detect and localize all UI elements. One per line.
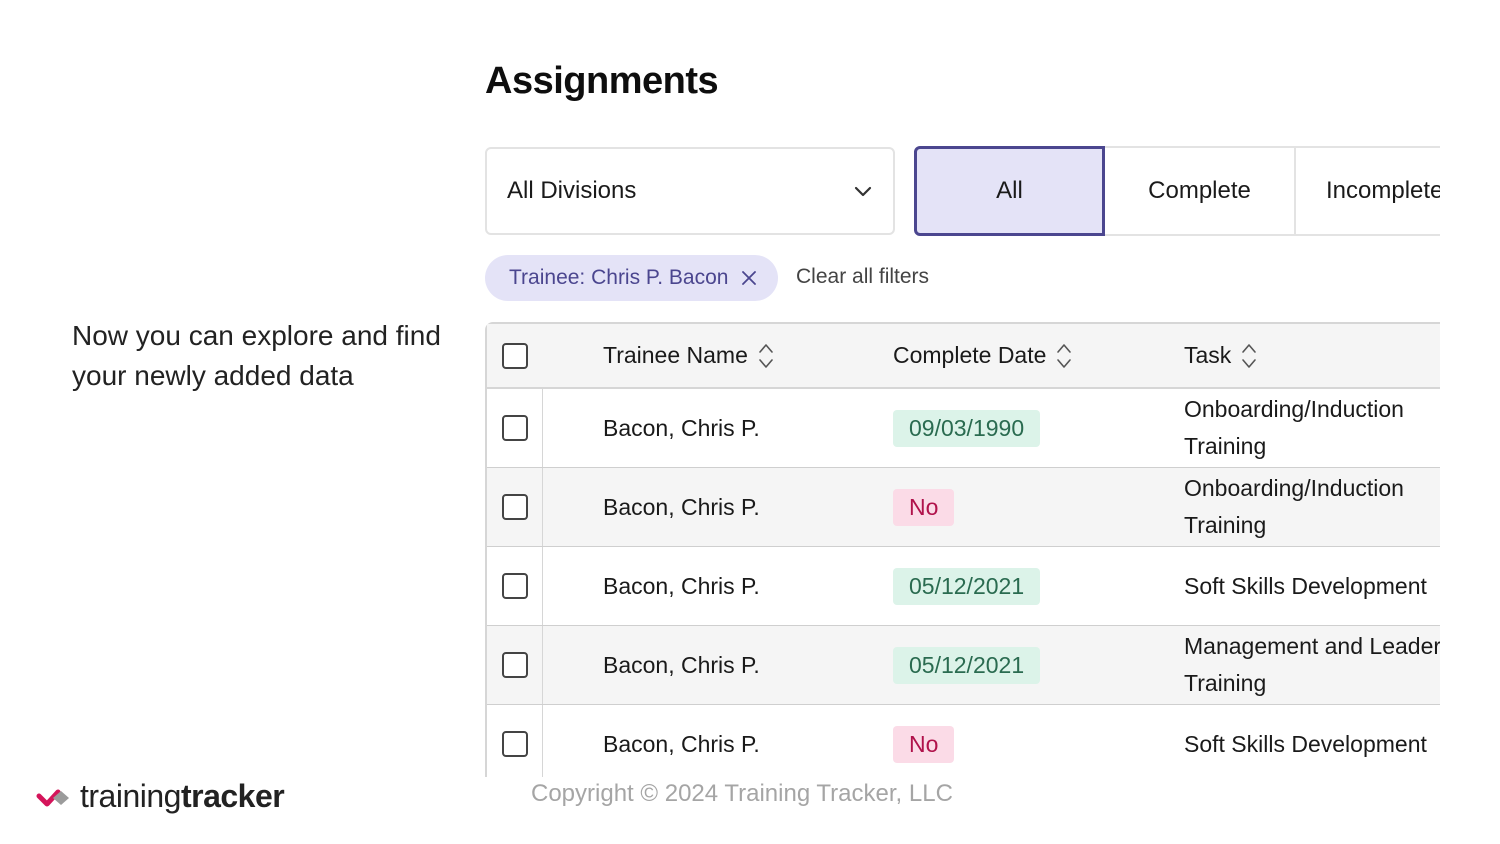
sort-icon: [1057, 343, 1072, 368]
sort-icon: [1242, 343, 1257, 368]
close-icon[interactable]: [742, 271, 757, 285]
assignments-table: Trainee Name Complete Date Task Bacon, C…: [485, 322, 1440, 777]
column-header-complete-date[interactable]: Complete Date: [893, 340, 1072, 372]
table-row[interactable]: Bacon, Chris P. 09/03/1990 Onboarding/In…: [487, 389, 1440, 468]
training-tracker-logo: trainingtracker: [36, 778, 285, 815]
row-checkbox[interactable]: [501, 731, 528, 757]
table-row[interactable]: Bacon, Chris P. No Soft Skills Developme…: [487, 705, 1440, 777]
complete-date-badge: No: [893, 488, 955, 526]
tutorial-caption: Now you can explore and find your newly …: [72, 320, 441, 391]
division-select[interactable]: All Divisions: [485, 147, 895, 235]
division-select-value: All Divisions: [507, 177, 637, 204]
row-checkbox[interactable]: [501, 652, 528, 678]
column-header-label: Trainee Name: [603, 342, 748, 368]
table-row[interactable]: Bacon, Chris P. 05/12/2021 Soft Skills D…: [487, 547, 1440, 626]
table-header: Trainee Name Complete Date Task: [487, 324, 1440, 389]
trainee-name-cell: Bacon, Chris P.: [603, 493, 760, 520]
page-title: Assignments: [485, 60, 719, 102]
trainee-name-cell: Bacon, Chris P.: [603, 414, 760, 441]
select-all-checkbox[interactable]: [502, 342, 528, 369]
tab-incomplete[interactable]: Incomplete: [1296, 146, 1440, 236]
trainee-filter-chip: Trainee: Chris P. Bacon: [485, 255, 779, 301]
trainee-name-cell: Bacon, Chris P.: [603, 730, 760, 757]
task-cell: Soft Skills Development: [1184, 572, 1427, 599]
trainee-name-cell: Bacon, Chris P.: [603, 651, 760, 678]
column-header-trainee-name[interactable]: Trainee Name: [603, 340, 774, 372]
complete-date-badge: 09/03/1990: [893, 409, 1041, 447]
filter-chip-label: Trainee: Chris P. Bacon: [509, 266, 729, 289]
row-checkbox[interactable]: [501, 573, 528, 599]
checkmark-arrow-icon: [36, 789, 69, 806]
complete-date-badge: 05/12/2021: [893, 646, 1041, 684]
task-cell: Onboarding/Induction Training: [1184, 396, 1404, 459]
clear-all-filters-link[interactable]: Clear all filters: [796, 265, 929, 289]
header-checkbox-cell: [487, 324, 543, 387]
trainee-name-cell: Bacon, Chris P.: [603, 572, 760, 599]
chevron-down-icon: [854, 186, 872, 197]
task-cell: Onboarding/Induction Training: [1184, 475, 1404, 538]
column-header-label: Task: [1184, 342, 1232, 368]
row-checkbox[interactable]: [501, 494, 528, 520]
row-checkbox[interactable]: [501, 415, 528, 441]
tab-all[interactable]: All: [914, 146, 1105, 236]
logo-text-bold: tracker: [180, 778, 285, 814]
complete-date-badge: No: [893, 725, 955, 763]
column-header-task[interactable]: Task: [1184, 337, 1257, 374]
sort-icon: [759, 343, 773, 368]
task-cell: Management and Leadership Training: [1184, 633, 1440, 696]
logo-text-light: training: [80, 778, 181, 814]
status-tabs: All Complete Incomplete: [914, 146, 1440, 236]
task-cell: Soft Skills Development: [1184, 730, 1427, 757]
copyright-text: Copyright © 2024 Training Tracker, LLC: [531, 780, 953, 807]
complete-date-badge: 05/12/2021: [893, 567, 1041, 605]
table-row[interactable]: Bacon, Chris P. No Onboarding/Induction …: [487, 468, 1440, 547]
table-row[interactable]: Bacon, Chris P. 05/12/2021 Management an…: [487, 626, 1440, 705]
tab-complete[interactable]: Complete: [1105, 146, 1296, 236]
column-header-label: Complete Date: [893, 342, 1047, 368]
